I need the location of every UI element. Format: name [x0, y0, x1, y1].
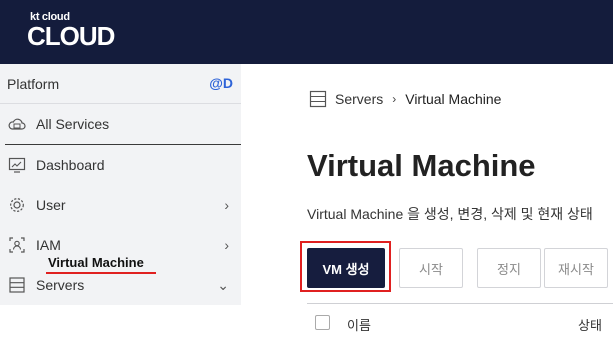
start-button[interactable]: 시작 — [399, 248, 463, 288]
breadcrumb-separator: › — [392, 92, 397, 106]
chevron-down-icon[interactable]: ⌄ — [217, 277, 229, 294]
cloud-icon — [7, 114, 27, 134]
kt-cloud-logo[interactable]: kt cloud CLOUD — [27, 12, 115, 51]
table-header: 이름 상태 — [307, 303, 613, 341]
sidebar-header: Platform @D — [0, 64, 241, 104]
logo-main-text: CLOUD — [27, 21, 115, 51]
chevron-right-icon[interactable]: › — [224, 197, 229, 213]
sidebar-item-dashboard[interactable]: Dashboard — [0, 145, 241, 185]
sidebar-item-label: Dashboard — [36, 157, 105, 173]
chevron-right-icon[interactable]: › — [224, 237, 229, 253]
sidebar: Platform @D All Services Dashboard User … — [0, 64, 241, 341]
platform-label: Platform — [7, 76, 60, 92]
iam-icon — [7, 235, 27, 255]
sidebar-item-all-services[interactable]: All Services — [0, 104, 241, 144]
sidebar-item-label: All Services — [36, 116, 110, 132]
page-title: Virtual Machine — [307, 148, 536, 183]
sidebar-item-servers[interactable]: Servers ⌄ — [0, 265, 241, 305]
breadcrumb-servers[interactable]: Servers — [335, 91, 383, 107]
stop-button[interactable]: 정지 — [477, 248, 541, 288]
active-subitem-underline — [46, 272, 156, 274]
breadcrumb-current: Virtual Machine — [405, 91, 502, 107]
sidebar-menu: All Services Dashboard User › IAM › Serv… — [0, 104, 241, 305]
sidebar-item-label: User — [36, 197, 66, 213]
server-icon — [309, 90, 327, 108]
select-all-checkbox[interactable] — [315, 315, 330, 330]
gear-icon — [7, 195, 27, 215]
sidebar-item-label: IAM — [36, 237, 61, 253]
page-description: Virtual Machine 을 생성, 변경, 삭제 및 현재 상태 — [307, 206, 593, 222]
platform-badge[interactable]: @D — [209, 75, 233, 91]
server-icon — [7, 275, 27, 295]
column-header-name[interactable]: 이름 — [347, 315, 371, 334]
sidebar-item-label: Servers — [36, 277, 85, 293]
main-content: Servers › Virtual Machine Virtual Machin… — [241, 64, 613, 341]
restart-button[interactable]: 재시작 — [544, 248, 608, 288]
column-header-status[interactable]: 상태 — [578, 315, 602, 334]
vm-create-button[interactable]: VM 생성 — [307, 248, 385, 288]
sidebar-subitem-virtual-machine[interactable]: Virtual Machine — [48, 255, 144, 270]
top-navigation-bar: kt cloud CLOUD — [0, 0, 613, 64]
sidebar-item-user[interactable]: User › — [0, 185, 241, 225]
dashboard-icon — [7, 155, 27, 175]
breadcrumb: Servers › Virtual Machine — [309, 90, 501, 108]
